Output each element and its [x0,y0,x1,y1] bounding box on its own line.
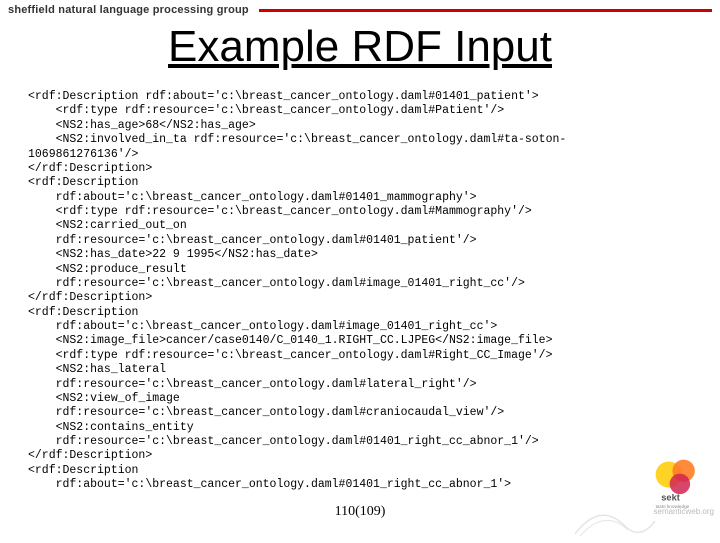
page-title: Example RDF Input [0,22,720,72]
rdf-code-block: <rdf:Description rdf:about='c:\breast_ca… [0,90,720,493]
header-bar: sheffield natural language processing gr… [0,0,720,18]
sekt-logo: sekt taste knowledge [650,454,706,510]
header-divider [259,9,712,12]
page-number: 110(109) [335,504,386,520]
logo-label: sekt [661,493,680,503]
footer-link: semanticweb.org [654,507,714,516]
swirl-decoration [570,506,660,538]
group-name: sheffield natural language processing gr… [8,4,249,16]
